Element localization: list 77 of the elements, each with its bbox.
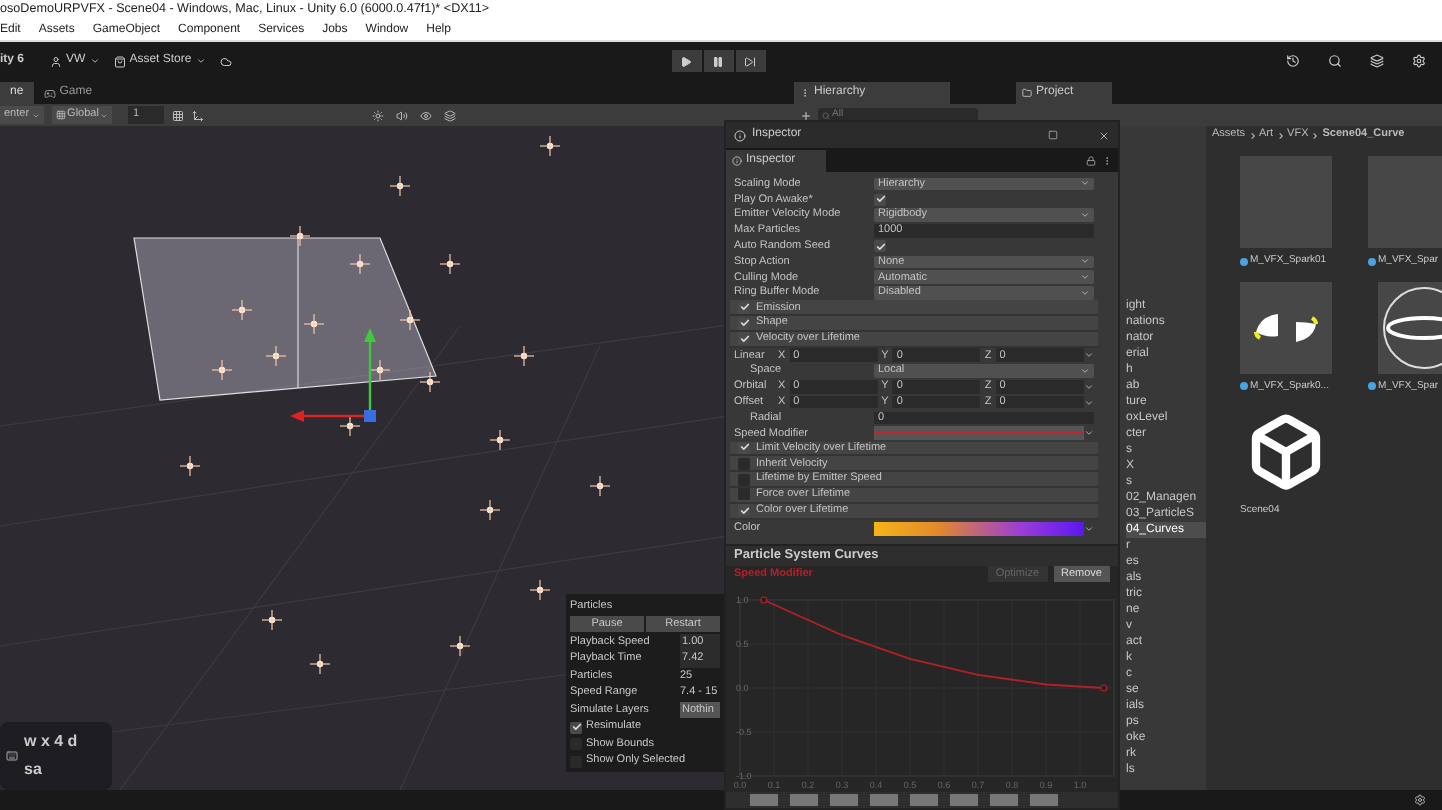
- add-icon[interactable]: [800, 109, 812, 121]
- grid-icon: [55, 110, 66, 120]
- chevron-icon: [1277, 131, 1284, 139]
- checkbox[interactable]: [738, 301, 750, 314]
- settings-icon[interactable]: [1414, 794, 1426, 806]
- material-icon: [1240, 382, 1248, 391]
- checkbox[interactable]: [738, 317, 750, 330]
- material-icon: [1368, 382, 1376, 391]
- curve-field[interactable]: [874, 426, 1084, 440]
- grid-icon[interactable]: [172, 109, 185, 121]
- audio-icon[interactable]: [396, 109, 409, 121]
- checkbox[interactable]: [738, 457, 750, 470]
- layers-icon[interactable]: [444, 109, 457, 121]
- gamepad-icon: [43, 87, 56, 99]
- play-icon: [680, 55, 693, 67]
- maximize-icon[interactable]: [1048, 130, 1058, 140]
- check-icon: [875, 241, 885, 252]
- pause-button[interactable]: [703, 50, 734, 72]
- pressed-keys-text: sa: [24, 758, 44, 782]
- user-icon: [50, 55, 63, 67]
- checkbox[interactable]: [874, 240, 886, 253]
- chevron-icon: [1312, 131, 1319, 139]
- caret-icon: [195, 56, 206, 66]
- keyboard-icon: [6, 750, 18, 762]
- curve-preset-icon[interactable]: [950, 793, 978, 806]
- settings-icon[interactable]: [1412, 54, 1426, 68]
- cloud-icon[interactable]: [219, 55, 232, 67]
- caret-icon: [1084, 524, 1094, 535]
- curve-preset-icon[interactable]: [790, 793, 818, 806]
- checkbox[interactable]: [738, 441, 750, 454]
- checkbox[interactable]: [738, 504, 750, 517]
- curve-preset-icon[interactable]: [910, 793, 938, 806]
- material-icon: [1240, 257, 1248, 266]
- step-button[interactable]: [735, 50, 766, 72]
- visibility-icon[interactable]: [420, 109, 433, 121]
- checkbox[interactable]: [570, 721, 582, 733]
- material-icon: [1368, 257, 1376, 266]
- checkbox[interactable]: [738, 473, 750, 486]
- material-thumbnail: [1368, 156, 1442, 248]
- curve-preset-icon[interactable]: [870, 793, 898, 806]
- chevron-icon: [1249, 131, 1256, 139]
- check-icon: [739, 442, 749, 453]
- curve-preset-icon[interactable]: [750, 793, 778, 806]
- play-button[interactable]: [671, 50, 702, 72]
- caret-icon: [89, 56, 100, 66]
- caret-icon: [1080, 209, 1090, 220]
- arc-sparks-thumbnail: [1240, 281, 1332, 373]
- material-thumbnail: [1240, 156, 1332, 248]
- curve-key-handle[interactable]: [760, 595, 768, 604]
- history-icon[interactable]: [1286, 54, 1300, 68]
- check-icon: [571, 722, 581, 732]
- checkbox[interactable]: [738, 488, 750, 501]
- curve-key-handle[interactable]: [1100, 683, 1108, 692]
- search-icon[interactable]: [1328, 54, 1342, 68]
- layers-icon[interactable]: [1370, 54, 1384, 68]
- curve-preset-icon[interactable]: [1030, 793, 1058, 806]
- check-icon: [875, 194, 885, 205]
- pressed-keys-text: w x 4 d: [24, 730, 78, 754]
- check-icon: [739, 505, 749, 516]
- close-icon[interactable]: [1098, 129, 1110, 141]
- inspector-icon: [734, 129, 746, 141]
- gradient-field[interactable]: [874, 522, 1084, 536]
- caret-icon: [1084, 428, 1094, 439]
- info-icon: [732, 156, 742, 166]
- curve-preset-icon[interactable]: [990, 793, 1018, 806]
- lock-icon[interactable]: [1086, 156, 1096, 166]
- unity-cube-icon: [1246, 412, 1326, 492]
- checkbox[interactable]: [738, 332, 750, 345]
- lighting-icon[interactable]: [372, 109, 385, 121]
- caret-icon: [1080, 178, 1090, 189]
- rings-thumbnail: [1377, 281, 1442, 373]
- checkbox[interactable]: [874, 193, 886, 206]
- pause-icon: [712, 55, 725, 67]
- folder-icon: [1022, 88, 1032, 98]
- curve-preset-icon[interactable]: [830, 793, 858, 806]
- bag-icon: [113, 55, 126, 67]
- step-icon: [744, 55, 757, 67]
